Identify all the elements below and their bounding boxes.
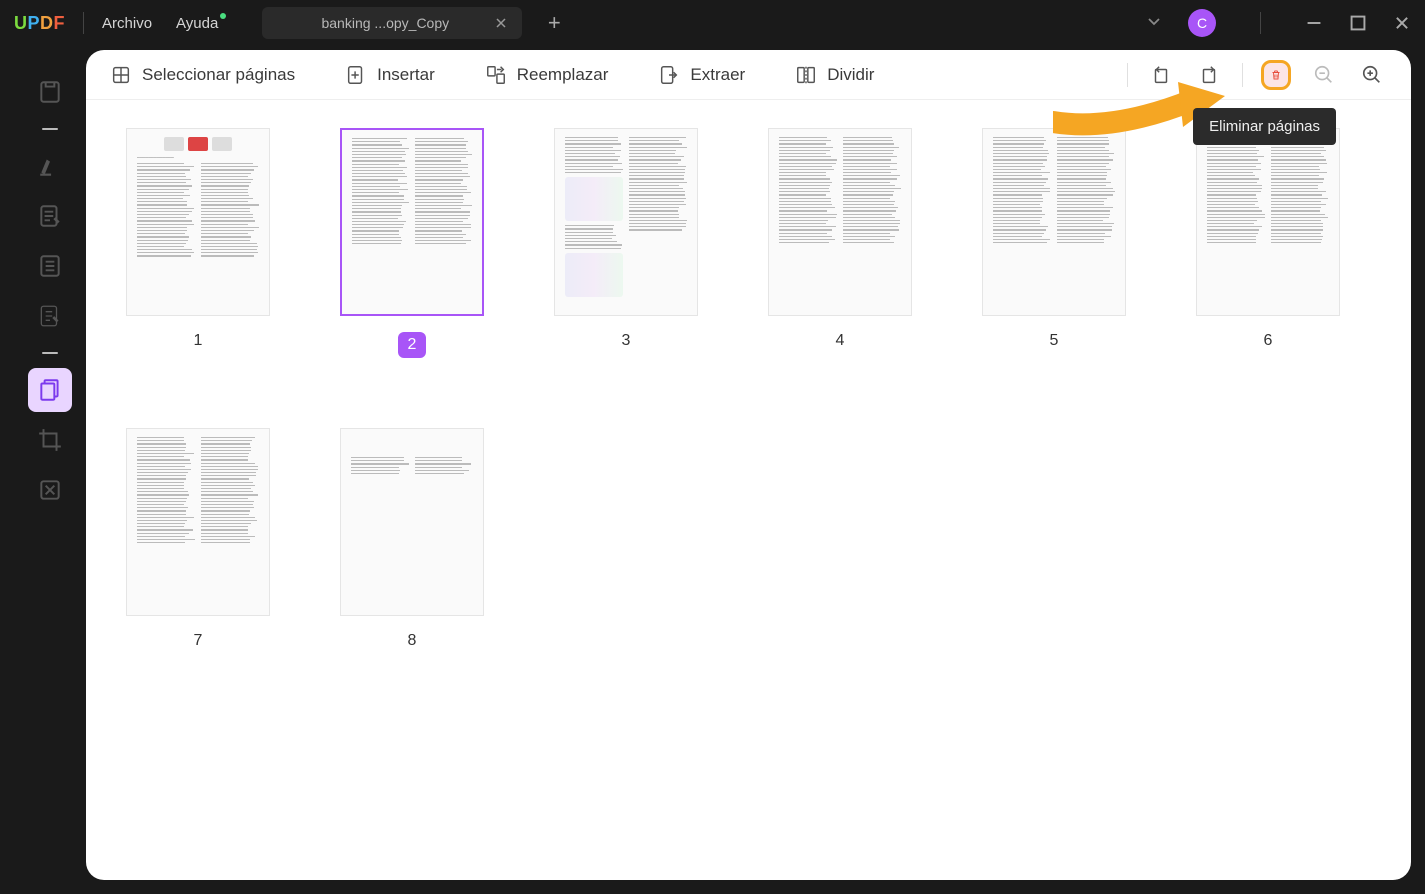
sidebar-edit-icon[interactable] xyxy=(28,194,72,238)
tab-title: banking ...opy_Copy xyxy=(276,15,494,31)
thumbnail-image[interactable] xyxy=(554,128,698,316)
page-number: 3 xyxy=(622,332,631,350)
sidebar-crop-icon[interactable] xyxy=(28,418,72,462)
thumbnail-image[interactable] xyxy=(340,128,484,316)
page-thumbnail-3[interactable]: 3 xyxy=(554,128,698,358)
split-label: Dividir xyxy=(827,65,874,85)
divider xyxy=(42,128,58,130)
delete-pages-button[interactable] xyxy=(1261,60,1291,90)
page-thumbnail-7[interactable]: 7 xyxy=(126,428,270,650)
document-tab[interactable]: banking ...opy_Copy xyxy=(262,7,522,39)
add-tab-button[interactable]: + xyxy=(538,7,570,39)
menu-help[interactable]: Ayuda xyxy=(176,15,218,32)
thumbnail-image[interactable] xyxy=(768,128,912,316)
page-number: 7 xyxy=(194,632,203,650)
sidebar-watermark-icon[interactable] xyxy=(28,468,72,512)
replace-label: Reemplazar xyxy=(517,65,609,85)
thumbnail-image[interactable]: ───────────── xyxy=(126,128,270,316)
select-pages-label: Seleccionar páginas xyxy=(142,65,295,85)
page-toolbar: Seleccionar páginas Insertar Reemplazar … xyxy=(86,50,1411,100)
page-number: 2 xyxy=(398,332,427,358)
sidebar-pages-icon[interactable] xyxy=(28,368,72,412)
page-number: 4 xyxy=(836,332,845,350)
app-logo: UPDF xyxy=(14,13,65,34)
thumbnail-area: ───────────── 1 2 3 4 5 6 7 8 xyxy=(86,100,1411,880)
extract-label: Extraer xyxy=(690,65,745,85)
page-number: 8 xyxy=(408,632,417,650)
separator xyxy=(83,12,84,34)
delete-tooltip: Eliminar páginas xyxy=(1193,108,1336,145)
thumbnail-image[interactable] xyxy=(982,128,1126,316)
separator xyxy=(1260,12,1261,34)
chevron-down-icon[interactable] xyxy=(1146,13,1162,34)
close-button[interactable] xyxy=(1393,14,1411,32)
page-thumbnail-2[interactable]: 2 xyxy=(340,128,484,358)
title-bar: UPDF Archivo Ayuda banking ...opy_Copy +… xyxy=(0,0,1425,46)
page-thumbnail-8[interactable]: 8 xyxy=(340,428,484,650)
user-avatar[interactable]: C xyxy=(1188,9,1216,37)
page-thumbnail-5[interactable]: 5 xyxy=(982,128,1126,358)
page-number: 1 xyxy=(194,332,203,350)
insert-button[interactable]: Insertar xyxy=(345,64,435,86)
page-number: 5 xyxy=(1050,332,1059,350)
zoom-in-button[interactable] xyxy=(1357,60,1387,90)
sidebar-form-icon[interactable] xyxy=(28,244,72,288)
thumbnail-image[interactable] xyxy=(1196,128,1340,316)
thumbnail-image[interactable] xyxy=(340,428,484,616)
select-pages-button[interactable]: Seleccionar páginas xyxy=(110,64,295,86)
page-number: 6 xyxy=(1264,332,1273,350)
left-sidebar xyxy=(14,50,86,880)
main-panel: Seleccionar páginas Insertar Reemplazar … xyxy=(86,50,1411,880)
insert-label: Insertar xyxy=(377,65,435,85)
page-thumbnail-1[interactable]: ───────────── 1 xyxy=(126,128,270,358)
divider xyxy=(42,352,58,354)
menu-file[interactable]: Archivo xyxy=(102,15,152,32)
sidebar-reader-icon[interactable] xyxy=(28,70,72,114)
extract-button[interactable]: Extraer xyxy=(658,64,745,86)
minimize-button[interactable] xyxy=(1305,14,1323,32)
separator xyxy=(1242,63,1243,87)
sidebar-fill-icon[interactable] xyxy=(28,294,72,338)
replace-button[interactable]: Reemplazar xyxy=(485,64,609,86)
maximize-button[interactable] xyxy=(1349,14,1367,32)
thumbnail-image[interactable] xyxy=(126,428,270,616)
page-thumbnail-6[interactable]: 6 xyxy=(1196,128,1340,358)
page-thumbnail-4[interactable]: 4 xyxy=(768,128,912,358)
sidebar-highlight-icon[interactable] xyxy=(28,144,72,188)
close-tab-icon[interactable] xyxy=(494,16,508,30)
split-button[interactable]: Dividir xyxy=(795,64,874,86)
zoom-out-button[interactable] xyxy=(1309,60,1339,90)
